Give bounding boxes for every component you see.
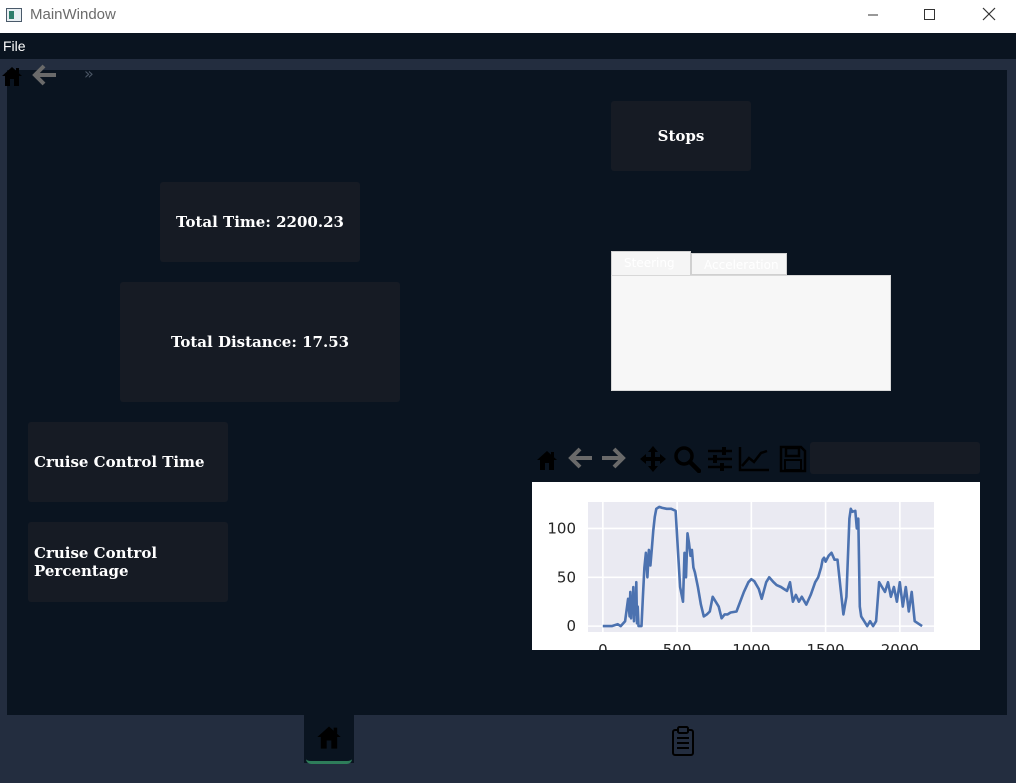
speed-plot: 0 500 1000 1500 2000 0 50 100 xyxy=(532,482,980,650)
menu-file[interactable]: File xyxy=(3,38,26,54)
toolbar-more-button[interactable]: » xyxy=(84,64,94,83)
edit-axes-icon[interactable] xyxy=(738,446,770,472)
plot-coordinate-readout xyxy=(810,442,980,474)
plot-forward-arrow-icon[interactable] xyxy=(600,446,626,470)
tab-content-pane xyxy=(611,275,891,391)
menu-bar: File xyxy=(0,33,1016,59)
nav-home-button[interactable] xyxy=(304,715,354,763)
back-arrow-icon[interactable] xyxy=(32,64,58,86)
minimize-icon xyxy=(868,14,878,16)
cruise-control-time-card: Cruise Control Time xyxy=(28,422,228,502)
y-tick-label: 50 xyxy=(557,568,576,586)
pan-icon[interactable] xyxy=(639,445,667,473)
stops-button[interactable]: Stops xyxy=(611,101,751,171)
speed-plot-svg: 0 500 1000 1500 2000 0 50 100 xyxy=(547,502,934,650)
x-tick-label: 2000 xyxy=(881,641,919,650)
x-tick-label: 1000 xyxy=(732,641,770,650)
cruise-control-percentage-card: Cruise Control Percentage xyxy=(28,522,228,602)
total-distance-card: Total Distance: 17.53 xyxy=(120,282,400,402)
total-distance-label: Total Distance: 17.53 xyxy=(170,333,350,351)
close-button[interactable] xyxy=(966,0,1012,30)
maximize-icon xyxy=(924,9,935,20)
window-title: MainWindow xyxy=(30,6,116,23)
tab-acceleration[interactable]: Acceleration xyxy=(691,253,787,275)
title-bar: MainWindow xyxy=(0,0,1016,33)
nav-active-indicator xyxy=(306,759,352,764)
stops-label: Stops xyxy=(657,127,705,145)
cruise-control-percentage-label: Cruise Control Percentage xyxy=(34,544,158,580)
save-icon[interactable] xyxy=(779,445,807,473)
maximize-button[interactable] xyxy=(906,0,952,30)
home-icon[interactable] xyxy=(0,64,24,88)
configure-subplots-icon[interactable] xyxy=(706,446,734,472)
x-tick-label: 500 xyxy=(663,641,692,650)
y-tick-label: 0 xyxy=(566,617,576,635)
cruise-control-time-label: Cruise Control Time xyxy=(34,453,205,471)
minimize-button[interactable] xyxy=(850,0,896,30)
total-time-label: Total Time: 2200.23 xyxy=(176,213,344,231)
app-icon xyxy=(6,8,22,22)
bottom-navigation xyxy=(0,715,1016,783)
x-tick-label: 1500 xyxy=(807,641,845,650)
plot-back-arrow-icon[interactable] xyxy=(568,446,594,470)
nav-home-icon xyxy=(317,726,341,749)
x-tick-label: 0 xyxy=(598,641,608,650)
close-icon xyxy=(982,7,996,21)
zoom-icon[interactable] xyxy=(673,445,701,473)
tab-steering[interactable]: Steering xyxy=(611,251,691,275)
total-time-card: Total Time: 2200.23 xyxy=(160,182,360,262)
clipboard-icon[interactable] xyxy=(670,725,696,757)
plot-area xyxy=(588,502,934,632)
plot-home-icon[interactable] xyxy=(534,448,560,472)
y-tick-label: 100 xyxy=(547,519,576,537)
